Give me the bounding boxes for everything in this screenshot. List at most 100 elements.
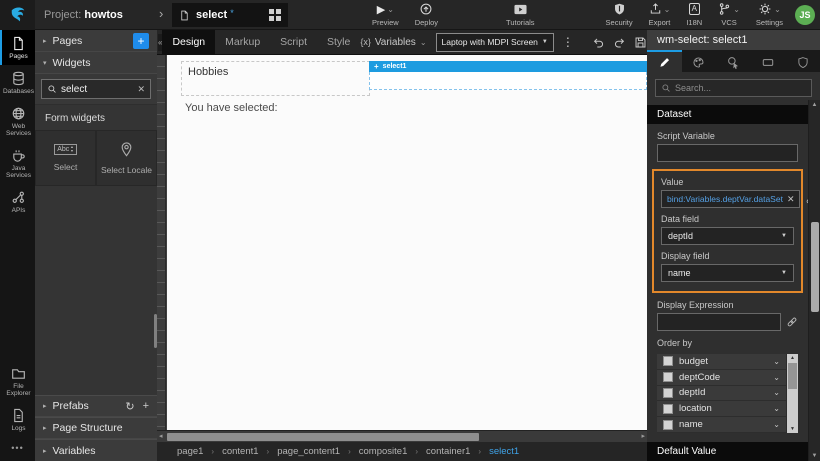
breadcrumb-item-content1[interactable]: content1 bbox=[222, 446, 258, 457]
checkbox[interactable] bbox=[663, 420, 673, 430]
rail-item-web-services[interactable]: Web Services bbox=[0, 100, 35, 142]
checkbox[interactable] bbox=[663, 356, 673, 366]
script-variable-input[interactable] bbox=[657, 144, 798, 162]
tab-properties[interactable] bbox=[647, 50, 682, 72]
pages-grid-icon[interactable] bbox=[269, 9, 281, 21]
chevron-down-icon[interactable]: ⌄ bbox=[773, 388, 780, 397]
clear-binding-icon[interactable]: ✕ bbox=[787, 194, 795, 205]
canvas-more-menu-icon[interactable]: ⋮ bbox=[562, 35, 574, 49]
clear-search-icon[interactable]: ✕ bbox=[137, 84, 145, 95]
i18n-button[interactable]: A I18N bbox=[686, 2, 702, 27]
hobbies-label-widget[interactable]: Hobbies bbox=[181, 61, 370, 96]
order-field-name[interactable]: name ⌄ bbox=[657, 417, 786, 433]
export-button[interactable]: ⌄ Export bbox=[649, 2, 671, 27]
select-widget-body[interactable] bbox=[369, 72, 647, 90]
widget-card-select[interactable]: Abc ▲▼ Select bbox=[35, 130, 96, 186]
wavemaker-logo[interactable] bbox=[0, 0, 35, 30]
rail-item-pages[interactable]: Pages bbox=[0, 30, 35, 65]
order-field-location[interactable]: location ⌄ bbox=[657, 401, 786, 417]
sidebar-section-widgets[interactable]: ▾ Widgets bbox=[35, 52, 157, 74]
order-field-deptId[interactable]: deptId ⌄ bbox=[657, 386, 786, 402]
security-button[interactable]: Security bbox=[606, 2, 633, 27]
deploy-button[interactable]: Deploy bbox=[415, 2, 438, 27]
tab-markup[interactable]: Markup bbox=[215, 30, 270, 55]
chevron-down-icon[interactable]: ⌄ bbox=[773, 420, 780, 429]
move-icon[interactable]: + bbox=[374, 62, 379, 71]
checkbox[interactable] bbox=[663, 404, 673, 414]
user-avatar[interactable]: JS bbox=[795, 5, 815, 25]
refresh-prefabs-icon[interactable]: ↻ bbox=[125, 400, 134, 413]
tab-security[interactable] bbox=[785, 50, 820, 72]
property-search-input[interactable]: Search... bbox=[655, 79, 812, 97]
save-button[interactable] bbox=[634, 36, 647, 49]
inspector-scrollbar-thumb[interactable] bbox=[811, 222, 819, 312]
redo-button[interactable] bbox=[613, 36, 626, 49]
widget-name-label: select1 bbox=[383, 63, 407, 70]
scroll-down-icon[interactable]: ▼ bbox=[809, 453, 820, 459]
rail-overflow-button[interactable]: ••• bbox=[0, 437, 35, 461]
tab-events[interactable] bbox=[716, 50, 751, 72]
undo-button[interactable] bbox=[592, 36, 605, 49]
tutorials-button[interactable]: Tutorials bbox=[506, 2, 534, 27]
dataset-section-header[interactable]: Dataset bbox=[647, 105, 808, 124]
scroll-down-icon[interactable]: ▼ bbox=[787, 426, 798, 432]
order-field-budget[interactable]: budget ⌄ bbox=[657, 354, 786, 370]
breadcrumb-sep-icon: › bbox=[415, 447, 418, 456]
order-list-scrollbar[interactable]: ▲ ▼ bbox=[787, 354, 798, 433]
widget-card-select-locale[interactable]: Select Locale bbox=[96, 130, 157, 186]
checkbox[interactable] bbox=[663, 388, 673, 398]
rail-item-java-services[interactable]: Java Services bbox=[0, 142, 35, 184]
rail-item-file-explorer[interactable]: File Explorer bbox=[0, 360, 35, 402]
tab-style[interactable]: Style bbox=[317, 30, 360, 55]
chevron-down-icon[interactable]: ⌄ bbox=[773, 404, 780, 413]
tab-styles[interactable] bbox=[682, 50, 717, 72]
scroll-right-icon[interactable]: ▸ bbox=[641, 432, 645, 440]
breadcrumb-item-composite1[interactable]: composite1 bbox=[359, 446, 408, 457]
tab-design[interactable]: Design bbox=[162, 30, 215, 55]
inspector-scrollbar[interactable]: ▲ ▼ bbox=[808, 100, 820, 461]
breadcrumb-item-page1[interactable]: page1 bbox=[177, 446, 203, 457]
sidebar-section-variables[interactable]: ▸ Variables bbox=[35, 439, 157, 461]
canvas-horizontal-scrollbar[interactable]: ◂ ▸ bbox=[157, 430, 647, 442]
breadcrumb-item-container1[interactable]: container1 bbox=[426, 446, 470, 457]
wavemaker-logo-icon bbox=[8, 5, 28, 25]
value-binding-input[interactable]: bind:Variables.deptVar.dataSet ✕ bbox=[661, 190, 800, 208]
settings-button[interactable]: ⌄ Settings bbox=[756, 2, 783, 27]
display-expression-input[interactable] bbox=[657, 313, 781, 331]
rail-item-logs[interactable]: Logs bbox=[0, 402, 35, 437]
checkbox[interactable] bbox=[663, 372, 673, 382]
add-prefab-icon[interactable]: + bbox=[143, 400, 149, 413]
default-value-section-header[interactable]: Default Value bbox=[647, 442, 808, 461]
chevron-down-icon[interactable]: ⌄ bbox=[773, 357, 780, 366]
tab-script[interactable]: Script bbox=[270, 30, 317, 55]
breadcrumb-item-page-content1[interactable]: page_content1 bbox=[277, 446, 340, 457]
rail-item-apis[interactable]: APIs bbox=[0, 184, 35, 219]
scroll-up-icon[interactable]: ▲ bbox=[787, 355, 798, 361]
bind-link-icon[interactable] bbox=[786, 316, 798, 328]
order-field-deptCode[interactable]: deptCode ⌄ bbox=[657, 370, 786, 386]
horizontal-scrollbar-thumb[interactable] bbox=[167, 433, 479, 441]
device-selector[interactable]: Laptop with MDPI Screen ▼ bbox=[436, 33, 554, 52]
preview-button[interactable]: ▶⌄ Preview bbox=[372, 2, 399, 27]
add-page-button[interactable]: + bbox=[133, 33, 149, 49]
sidebar-section-prefabs[interactable]: ▸ Prefabs ↻ + bbox=[35, 395, 157, 417]
order-list-scrollbar-thumb[interactable] bbox=[788, 363, 797, 389]
chevron-down-icon[interactable]: ⌄ bbox=[773, 373, 780, 382]
canvas-page[interactable]: Hobbies + select1 You have selected: bbox=[167, 55, 647, 430]
widget-search-input[interactable]: select ✕ bbox=[41, 79, 151, 99]
selected-select-widget[interactable]: + select1 bbox=[369, 61, 647, 90]
variables-dropdown-button[interactable]: {x} Variables ⌄ bbox=[360, 37, 426, 48]
rail-spacer bbox=[0, 219, 35, 360]
widget-selection-header[interactable]: + select1 bbox=[369, 61, 647, 72]
tab-device[interactable] bbox=[751, 50, 786, 72]
sidebar-section-pages[interactable]: ▸ Pages + bbox=[35, 30, 157, 52]
display-field-select[interactable]: name ▼ bbox=[661, 264, 794, 282]
scroll-left-icon[interactable]: ◂ bbox=[159, 432, 163, 440]
sidebar-section-page-structure[interactable]: ▸ Page Structure bbox=[35, 417, 157, 439]
data-field-select[interactable]: deptId ▼ bbox=[661, 227, 794, 245]
rail-item-databases[interactable]: Databases bbox=[0, 65, 35, 100]
vcs-button[interactable]: ⌄ VCS bbox=[718, 2, 740, 27]
breadcrumb-item-select1[interactable]: select1 bbox=[489, 446, 519, 457]
scroll-up-icon[interactable]: ▲ bbox=[809, 102, 820, 108]
open-page-tab[interactable]: select * bbox=[172, 3, 288, 27]
